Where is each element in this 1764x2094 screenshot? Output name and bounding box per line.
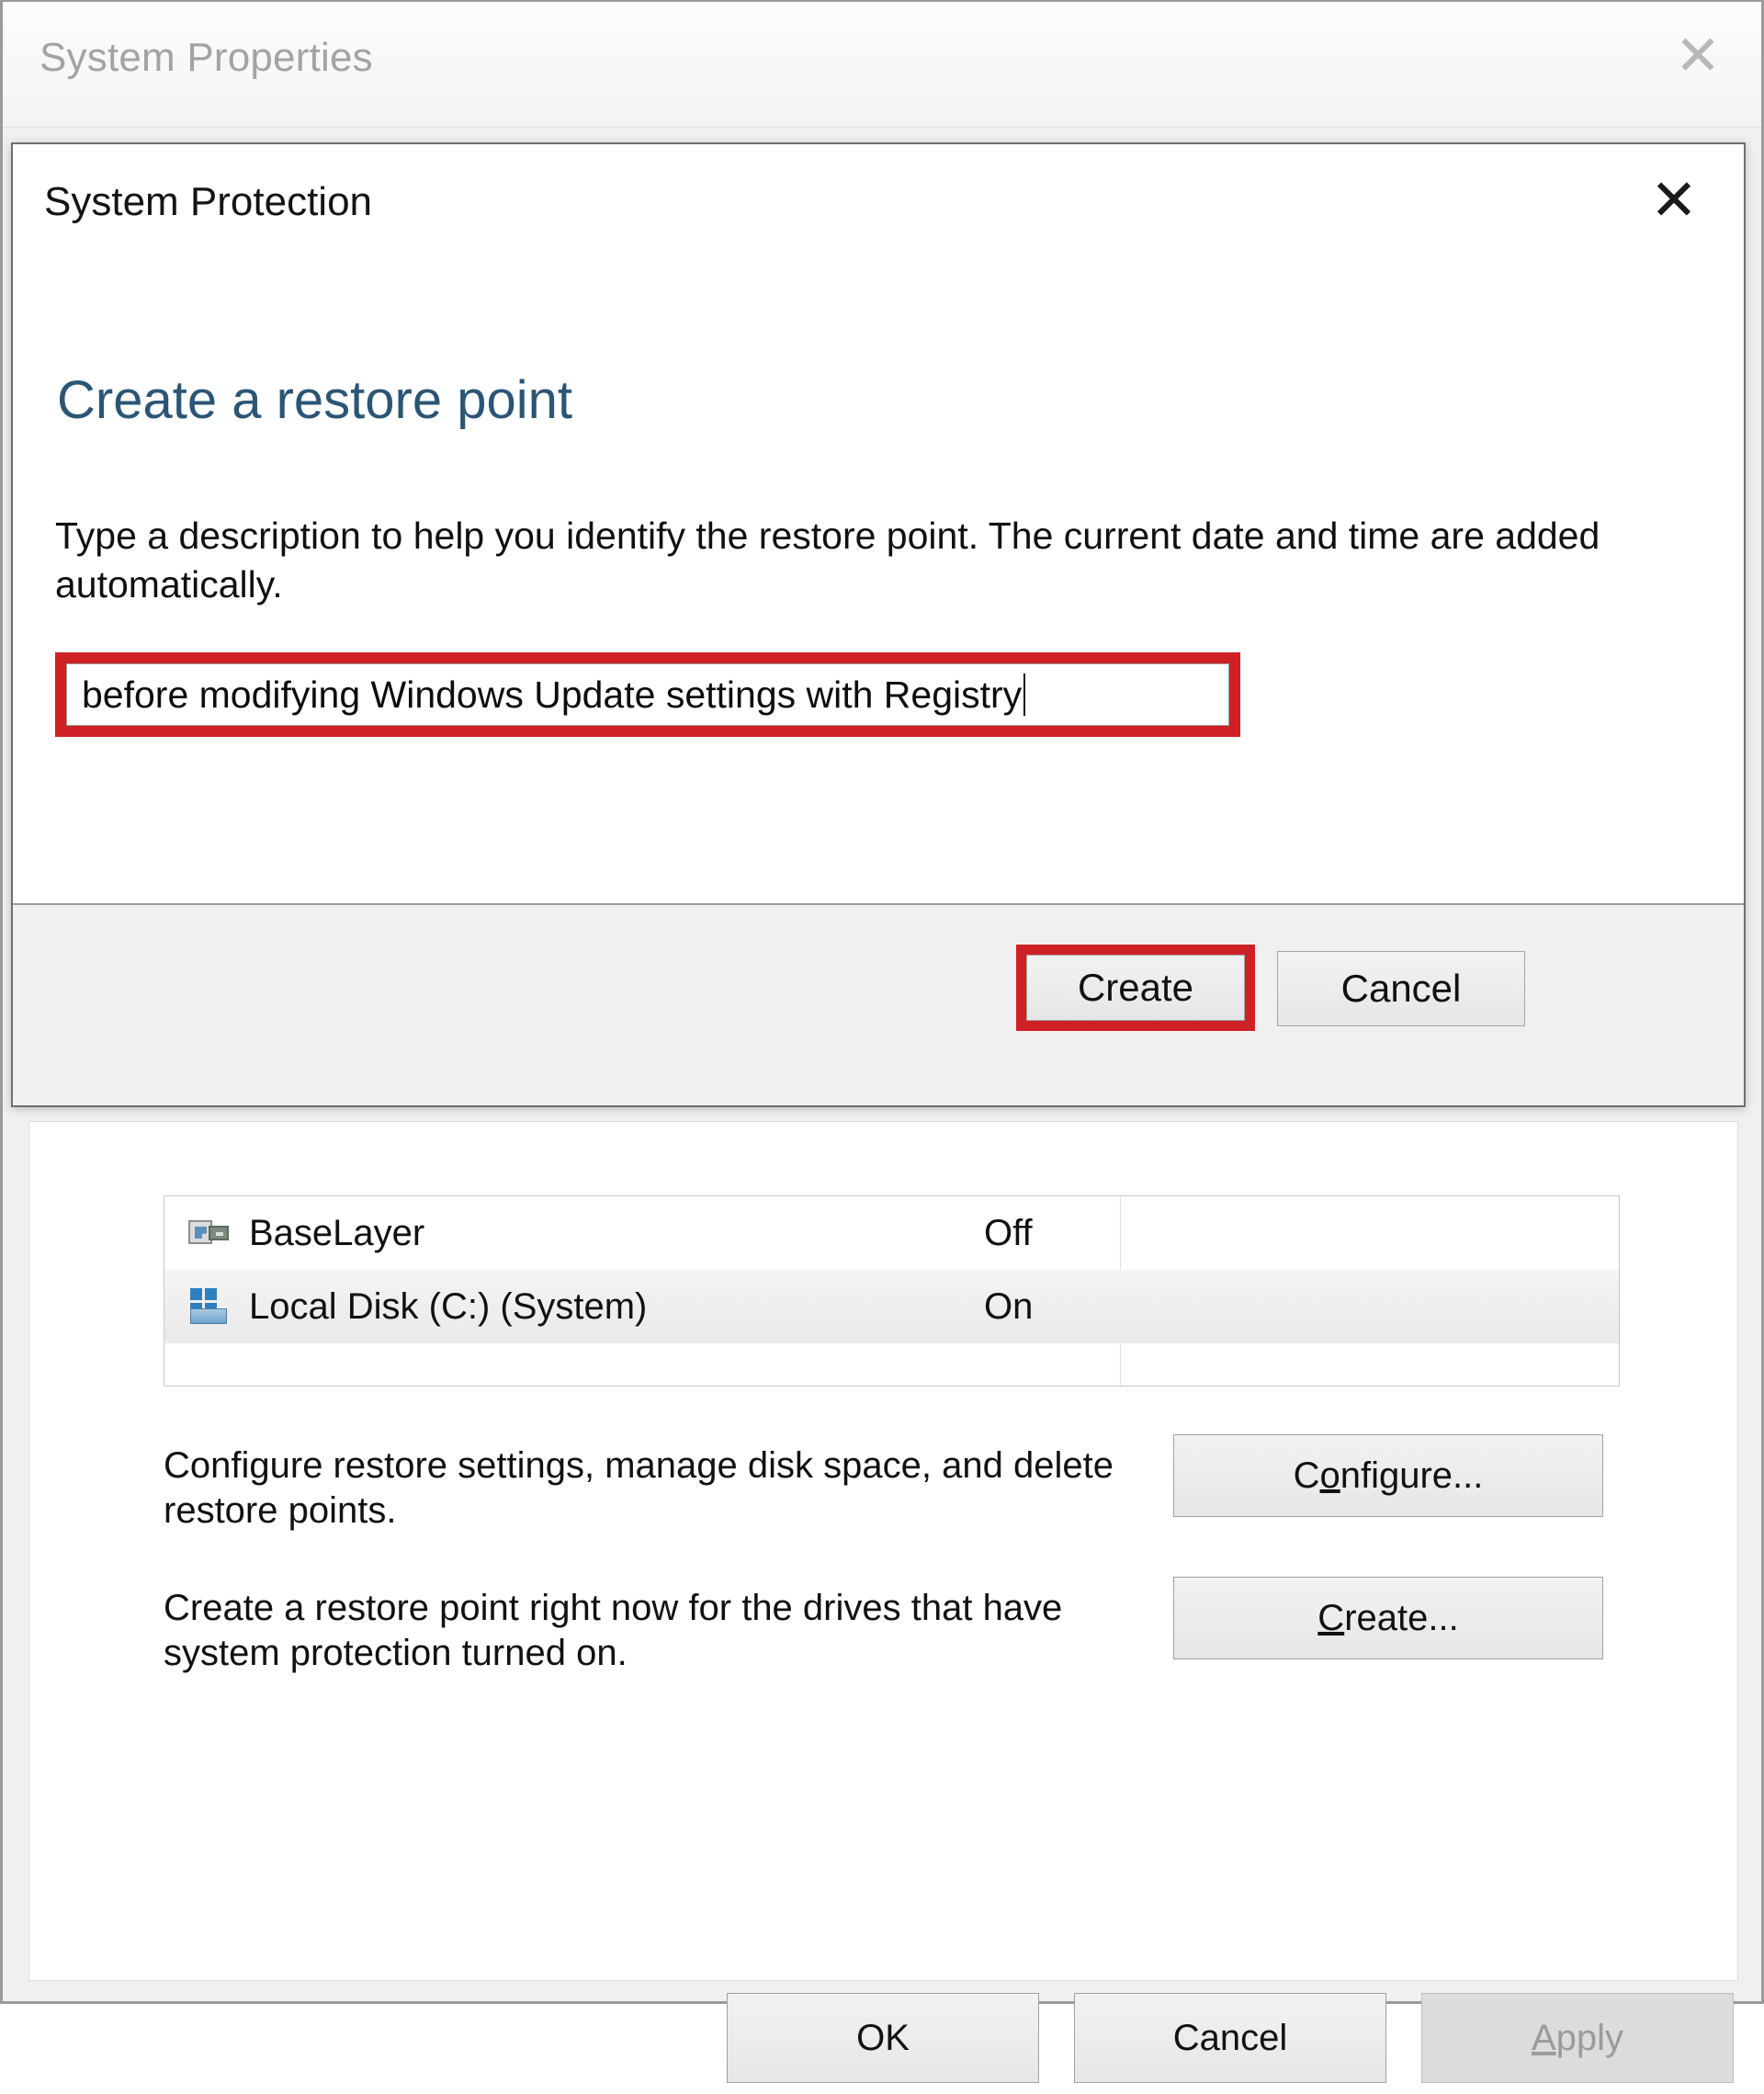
system-protection-footer: Create Cancel <box>13 903 1744 1105</box>
create-restore-point-button[interactable]: Create <box>1026 955 1245 1021</box>
text-caret <box>1023 673 1026 716</box>
ok-button[interactable]: OK <box>727 1993 1039 2083</box>
restore-point-description-input[interactable]: before modifying Windows Update settings… <box>66 663 1229 726</box>
create-description: Create a restore point right now for the… <box>164 1588 1063 1673</box>
apply-button: Apply <box>1421 1993 1734 2083</box>
create-button-highlight-annotation: Create <box>1016 945 1255 1031</box>
dialog-footer: OK Cancel Apply <box>28 1984 1736 2094</box>
cancel-button[interactable]: Cancel <box>1074 1993 1386 2083</box>
ok-button-label: OK <box>856 2017 910 2058</box>
cancel-restore-point-button-label: Cancel <box>1340 967 1462 1010</box>
drive-protection-status: Off <box>984 1212 1033 1253</box>
configure-description: Configure restore settings, manage disk … <box>164 1445 1114 1531</box>
create-button-label: Create... <box>1317 1597 1459 1638</box>
input-highlight-annotation: before modifying Windows Update settings… <box>55 652 1240 737</box>
table-row[interactable]: Local Disk (C:) (System) On <box>164 1270 1619 1343</box>
cancel-restore-point-button[interactable]: Cancel <box>1277 951 1525 1026</box>
restore-point-description-value: before modifying Windows Update settings… <box>82 673 1023 716</box>
configure-button-label: Configure... <box>1293 1454 1484 1496</box>
close-icon[interactable]: ✕ <box>1617 144 1731 258</box>
cancel-button-label: Cancel <box>1172 2017 1288 2058</box>
drive-name: BaseLayer <box>249 1212 425 1253</box>
system-properties-titlebar: System Properties ✕ <box>3 2 1761 128</box>
network-drive-icon <box>188 1215 229 1251</box>
system-protection-titlebar: System Protection ✕ <box>13 144 1744 273</box>
system-protection-dialog: System Protection ✕ Create a restore poi… <box>11 142 1746 1107</box>
drive-name: Local Disk (C:) (System) <box>249 1285 648 1327</box>
local-disk-icon <box>188 1288 229 1325</box>
close-icon[interactable]: ✕ <box>1644 2 1752 110</box>
page-title: Create a restore point <box>57 370 572 430</box>
apply-button-label: Apply <box>1531 2017 1624 2058</box>
drive-protection-status: On <box>984 1285 1034 1327</box>
system-protection-title: System Protection <box>44 179 373 224</box>
table-row[interactable]: BaseLayer Off <box>164 1196 1619 1270</box>
configure-button[interactable]: Configure... <box>1173 1434 1603 1517</box>
dialog-instruction-text: Type a description to help you identify … <box>55 515 1600 606</box>
create-restore-point-button-label: Create <box>1077 966 1194 1009</box>
protection-settings-list[interactable]: BaseLayer Off Local Disk (C:) (System) O… <box>164 1195 1620 1387</box>
system-properties-title: System Properties <box>40 35 373 80</box>
system-protection-tab-panel: BaseLayer Off Local Disk (C:) (System) O… <box>28 1121 1738 1981</box>
create-button[interactable]: Create... <box>1173 1577 1603 1659</box>
